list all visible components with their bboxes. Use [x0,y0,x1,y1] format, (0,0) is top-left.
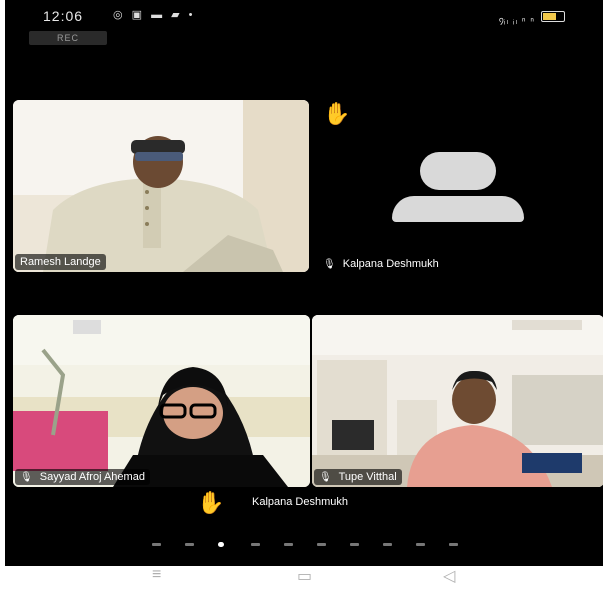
avatar-placeholder-body [392,196,524,222]
page-dot[interactable] [218,542,224,547]
participant-video [312,315,603,487]
battery-icon [541,11,565,22]
page-dot[interactable] [350,543,359,546]
menu-icon[interactable]: ≡ [152,566,161,584]
participant-name-tag: 🎙 Sayyad Afroj Ahemad [15,469,150,485]
page-dot[interactable] [383,543,392,546]
video-tile-sayyad[interactable]: 🎙 Sayyad Afroj Ahemad [13,315,310,487]
page-dot[interactable] [317,543,326,546]
participant-name: Sayyad Afroj Ahemad [39,471,145,483]
page-dot[interactable] [284,543,293,546]
raised-hand-icon: ✋ [323,101,351,126]
notification-icons: ◎ ▣ ▬ ▰ • [113,9,196,21]
audio-participant-label: 🎙 Kalpana Deshmukh [323,258,439,270]
video-tile-ramesh[interactable]: Ramesh Landge [13,100,309,272]
avatar-placeholder-head [420,152,496,190]
participant-name-tag: Ramesh Landge [15,254,106,270]
page-dot[interactable] [251,543,260,546]
mic-off-icon: 🎙 [20,472,33,483]
page-dot[interactable] [152,543,161,546]
status-time: 12:06 [43,8,84,24]
mic-off-icon: 🎙 [319,472,332,483]
raised-hand-icon: ✋ [197,490,225,515]
status-bar: 12:06 ◎ ▣ ▬ ▰ • ᠀ᵢₗ ᵢₗ ⁿ ⁿ [5,0,603,30]
signal-icons: ᠀ᵢₗ ᵢₗ ⁿ ⁿ [498,16,535,27]
participant-name: Ramesh Landge [20,256,101,268]
page-dot[interactable] [416,543,425,546]
system-nav-bar: ≡ ▭ ◁ [0,566,606,590]
page-indicator[interactable] [152,541,472,549]
mic-off-icon: 🎙 [323,259,336,270]
meeting-screen: 12:06 ◎ ▣ ▬ ▰ • ᠀ᵢₗ ᵢₗ ⁿ ⁿ REC Ramesh La… [5,0,603,566]
home-icon[interactable]: ▭ [297,566,312,586]
participant-video [13,315,310,487]
recording-badge: REC [29,31,107,45]
page-dot[interactable] [185,543,194,546]
back-icon[interactable]: ◁ [443,566,455,586]
page-dot[interactable] [449,543,458,546]
participant-name: Kalpana Deshmukh [342,258,439,270]
participant-name: Tupe Vitthal [338,471,397,483]
participant-name-tag: 🎙 Tupe Vitthal [314,469,402,485]
raised-hand-name: Kalpana Deshmukh [252,496,349,508]
video-tile-tupe[interactable]: 🎙 Tupe Vitthal [312,315,603,487]
participant-video [13,100,309,272]
